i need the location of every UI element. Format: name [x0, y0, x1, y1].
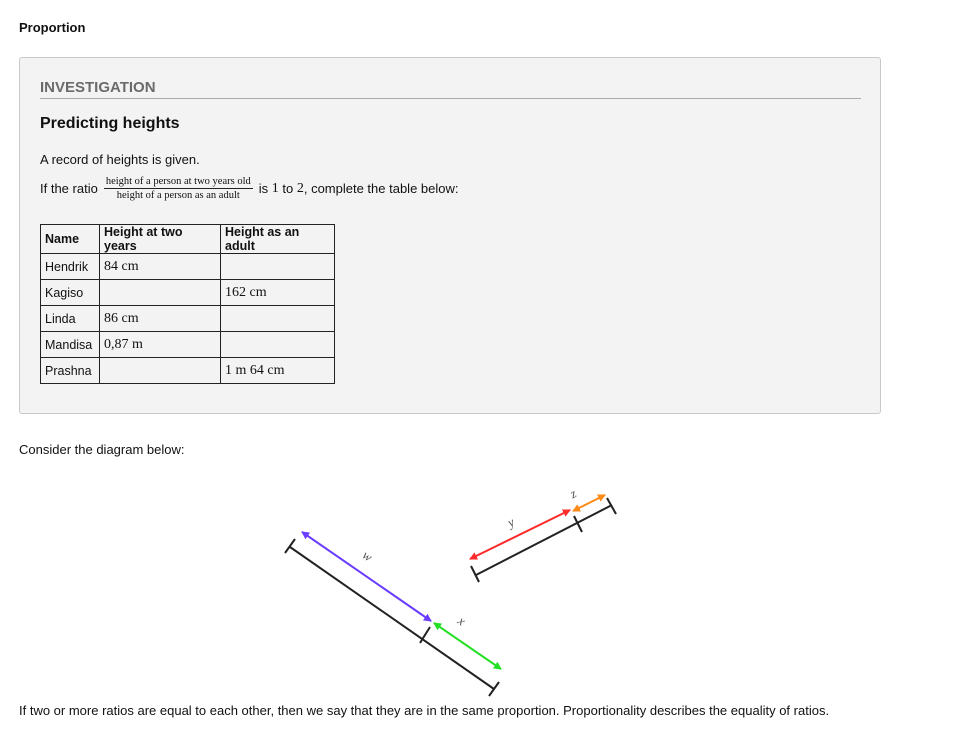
intro-text: A record of heights is given. — [40, 152, 200, 167]
ratio-prefix: If the ratio — [40, 181, 98, 196]
investigation-heading: Predicting heights — [40, 115, 180, 132]
header-height-two-years: Height at two years — [99, 224, 221, 254]
ratio-denominator: height of a person as an adult — [116, 190, 240, 201]
header-height-adult: Height as an adult — [220, 224, 335, 254]
segment-y-z-baseline — [475, 504, 613, 576]
ratio-a: 1 — [271, 180, 279, 196]
heights-table: Name Height at two years Height as an ad… — [40, 224, 335, 384]
cell-height-adult[interactable] — [220, 331, 335, 358]
label-x: x — [454, 612, 468, 628]
cell-height-adult[interactable] — [220, 305, 335, 332]
cell-name: Mandisa — [40, 331, 100, 358]
label-z: z — [566, 485, 578, 501]
cell-name: Kagiso — [40, 279, 100, 306]
label-w: w — [360, 547, 376, 564]
proportion-diagram: w x y z — [284, 485, 617, 697]
cell-name: Prashna — [40, 357, 100, 384]
table-row: Hendrik 84 cm — [40, 253, 335, 280]
consider-text: Consider the diagram below: — [19, 442, 185, 457]
cell-height-two-years[interactable]: 86 cm — [99, 305, 221, 332]
tick-wx-end — [488, 681, 500, 697]
cell-height-adult[interactable] — [220, 253, 335, 280]
ratio-fraction: height of a person at two years old heig… — [103, 176, 253, 201]
cell-height-adult[interactable]: 162 cm — [220, 279, 335, 306]
ratio-is: is — [258, 181, 269, 196]
table-row: Linda 86 cm — [40, 305, 335, 332]
page: Proportion INVESTIGATION Predicting heig… — [0, 0, 961, 737]
cell-height-adult[interactable]: 1 m 64 cm — [220, 357, 335, 384]
table-row: Prashna 1 m 64 cm — [40, 357, 335, 384]
ratio-numerator: height of a person at two years old — [103, 176, 253, 189]
investigation-label: INVESTIGATION — [40, 79, 861, 99]
label-y: y — [503, 514, 517, 531]
ratio-to: to — [282, 181, 294, 196]
page-title: Proportion — [19, 20, 86, 35]
ratio-suffix: , complete the table below: — [303, 181, 459, 196]
investigation-box: INVESTIGATION Predicting heights A recor… — [19, 57, 881, 414]
segment-x — [433, 622, 502, 670]
cell-height-two-years[interactable] — [99, 357, 221, 384]
table-header-row: Name Height at two years Height as an ad… — [40, 224, 335, 254]
cell-name: Hendrik — [40, 253, 100, 280]
footer-text: If two or more ratios are equal to each … — [19, 703, 830, 718]
cell-height-two-years[interactable]: 0,87 m — [99, 331, 221, 358]
cell-name: Linda — [40, 305, 100, 332]
tick-wx-start — [284, 538, 296, 554]
cell-height-two-years[interactable] — [99, 279, 221, 306]
ratio-b: 2 — [296, 180, 304, 196]
cell-height-two-years[interactable]: 84 cm — [99, 253, 221, 280]
header-name: Name — [40, 224, 100, 254]
segment-w — [301, 531, 432, 622]
ratio-statement: If the ratio height of a person at two y… — [40, 176, 459, 201]
table-row: Mandisa 0,87 m — [40, 331, 335, 358]
table-row: Kagiso 162 cm — [40, 279, 335, 306]
